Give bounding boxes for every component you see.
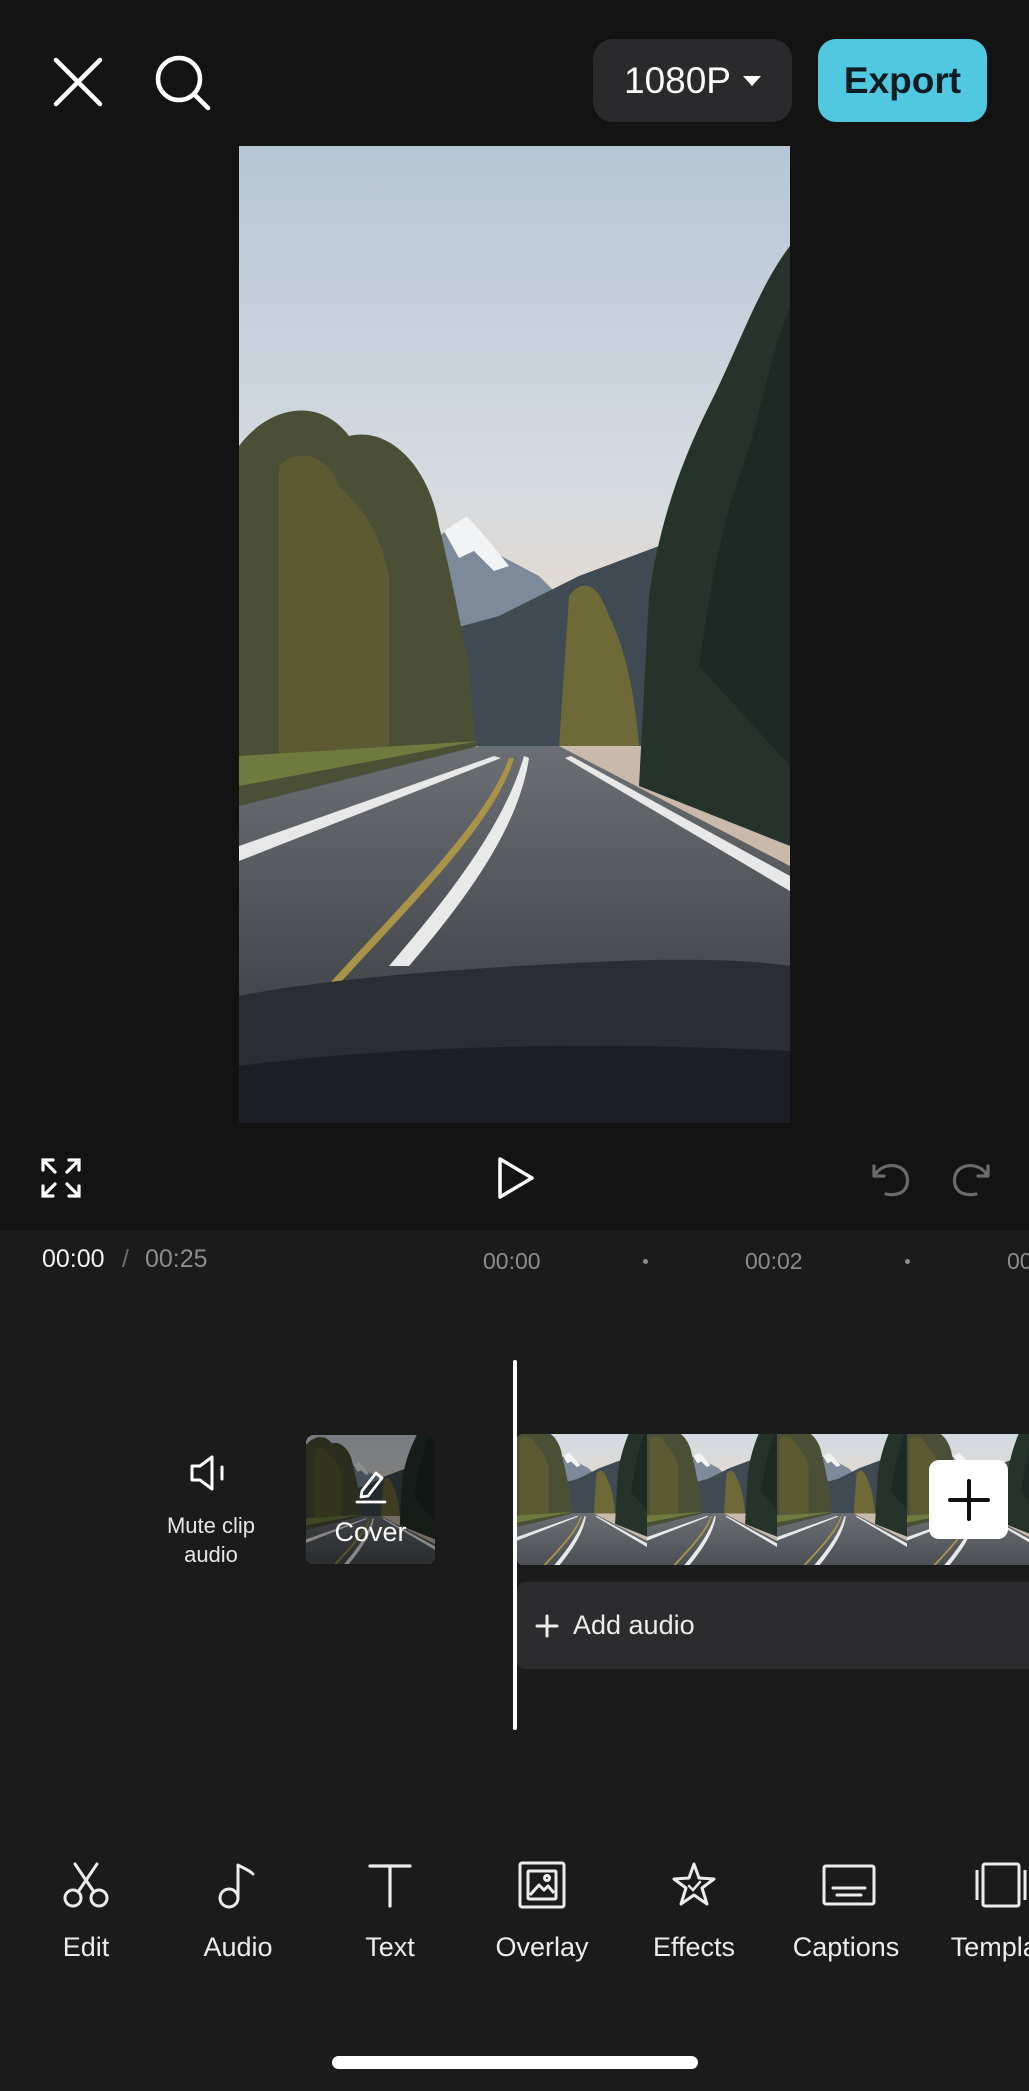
play-icon[interactable] [494,1155,538,1201]
tool-text[interactable]: Text [320,1860,460,1970]
resolution-dropdown[interactable]: 1080P [593,39,792,122]
tool-audio[interactable]: Audio [168,1860,308,1970]
tool-effects[interactable]: Effects [624,1860,764,1970]
tool-label: Overlay [495,1932,589,1962]
clip-frame [517,1434,647,1565]
plus-icon [947,1478,990,1521]
ruler-label: 00:02 [745,1248,803,1274]
undo-icon[interactable] [870,1158,914,1198]
tool-label: Edit [62,1932,110,1962]
speaker-icon[interactable] [188,1453,232,1493]
add-audio-label: Add audio [573,1610,695,1640]
template-icon [975,1862,1027,1908]
tool-captions[interactable]: Captions [776,1860,916,1970]
ruler-label: 00:00 [483,1248,541,1274]
tool-label: Effects [652,1932,736,1962]
time-separator: / [122,1245,129,1273]
video-editor: 1080P Export 00:00 / 00:25 00:00 00:02 0… [0,0,1029,2091]
tool-overlay[interactable]: Overlay [472,1860,612,1970]
cover-label: Cover [334,1517,407,1547]
tool-edit[interactable]: Edit [16,1860,156,1970]
overlay-icon [518,1861,566,1909]
tool-label: Audio [203,1932,273,1962]
captions-icon [822,1864,876,1906]
add-clip-button[interactable] [929,1460,1008,1539]
export-button[interactable]: Export [818,39,987,122]
plus-icon [535,1614,559,1637]
close-icon[interactable] [50,54,106,110]
total-duration: 00:25 [145,1245,208,1273]
ruler-label: 00 [1007,1248,1029,1274]
current-time: 00:00 [42,1245,105,1273]
tool-template[interactable]: Templat [928,1860,1029,1970]
clip-frame [647,1434,777,1565]
fullscreen-icon[interactable] [40,1157,82,1199]
tool-label: Captions [792,1932,900,1962]
tool-label: Templat [950,1932,1029,1962]
mute-clip-audio-label[interactable]: Mute clip audio [150,1511,272,1569]
music-note-icon [218,1863,255,1909]
add-audio-button[interactable]: Add audio [517,1582,1029,1669]
text-icon [368,1864,412,1908]
playhead[interactable] [513,1360,517,1730]
scissors-icon [63,1862,109,1908]
tool-label: Text [365,1932,415,1962]
redo-icon[interactable] [948,1158,992,1198]
effects-star-icon [672,1862,716,1906]
mute-label-line1: Mute clip [166,1513,256,1538]
video-preview[interactable] [239,146,790,1125]
chevron-down-icon [743,75,761,86]
video-frame [239,146,790,1125]
resolution-value: 1080P [624,59,731,101]
search-icon[interactable] [152,52,214,114]
home-indicator[interactable] [332,2056,698,2069]
mute-label-line2: audio [184,1542,238,1567]
clip-frame [777,1434,907,1565]
ruler-dot [643,1259,648,1264]
cover-thumbnail[interactable]: Cover [306,1435,435,1564]
ruler-dot [905,1259,910,1264]
edit-pencil-icon [355,1471,387,1504]
